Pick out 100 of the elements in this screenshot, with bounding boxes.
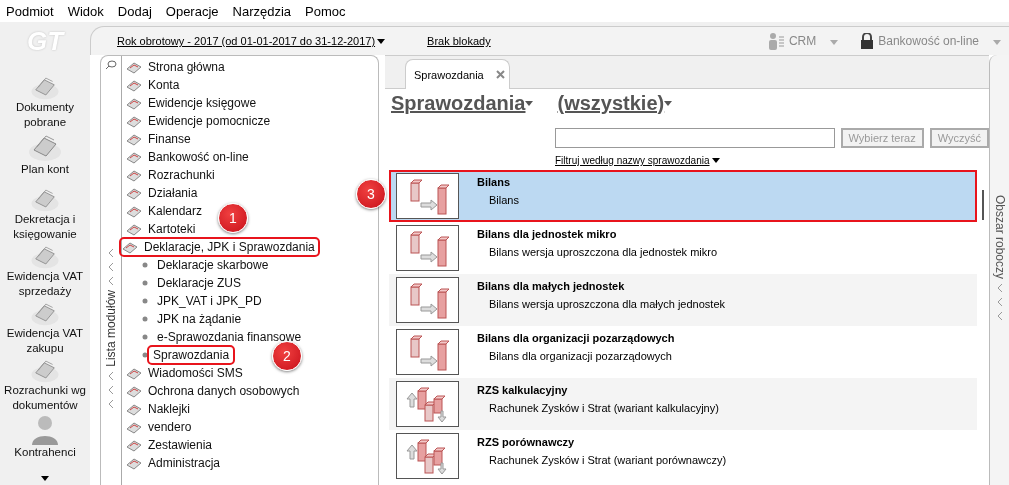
submodule-item[interactable]: Deklaracje ZUS [153, 275, 246, 291]
report-description: Bilans [488, 194, 519, 206]
caret-icon [830, 40, 839, 45]
chevron-left-icon[interactable] [996, 297, 1003, 308]
module-icon [126, 114, 142, 128]
module-item[interactable]: vendero [125, 419, 195, 435]
submodule-item[interactable]: Deklaracje skarbowe [153, 257, 273, 273]
toolbar-label[interactable]: Rozrachunki wg dokumentów [1, 382, 89, 413]
chevron-left-icon[interactable] [108, 398, 114, 409]
menu-item[interactable]: Narzędzia [232, 3, 292, 19]
module-icon [126, 438, 142, 452]
report-description: Bilans wersja uproszczona dla małych jednostek [488, 298, 725, 310]
submodule-item[interactable]: JPK na żądanie [153, 311, 246, 327]
report-description: Rachunek Zysków i Strat (wariant porównawczy) [488, 454, 727, 466]
module-icon [126, 366, 142, 380]
module-icon [126, 402, 142, 416]
chevron-left-icon[interactable] [108, 384, 114, 395]
tab[interactable]: Sprawozdania [405, 59, 510, 89]
toolbar-label[interactable]: Ewidencja VAT zakupu [1, 325, 89, 356]
toolbar-label[interactable]: Dokumenty pobrane [1, 100, 89, 130]
menu-item[interactable]: Dodaj [117, 3, 152, 19]
menu-item[interactable]: Widok [67, 3, 104, 19]
filter-dropdown[interactable]: (wszystkie) [557, 92, 673, 115]
module-item[interactable]: Bankowość on-line [125, 149, 252, 165]
module-item[interactable]: Strona główna [125, 59, 228, 75]
caret-icon [525, 101, 534, 106]
module-icon [126, 204, 142, 218]
module-item[interactable]: Naklejki [125, 401, 193, 417]
report-title: Bilans dla organizacji pozarządowych [477, 332, 675, 344]
module-item[interactable]: Kalendarz [125, 203, 206, 219]
module-icon [126, 96, 142, 110]
panel-title: Obszar roboczy [992, 195, 1007, 280]
menu-item[interactable]: Operacje [165, 3, 219, 19]
lock-link[interactable]: Brak blokady [427, 35, 491, 47]
callout-badge: 2 [272, 341, 302, 371]
module-item[interactable]: Administracja [125, 455, 224, 471]
module-item[interactable]: Finanse [125, 131, 194, 147]
report-title: RZS kalkulacyjny [477, 384, 569, 396]
fiscal-year-link[interactable]: Rok obrotowy - 2017 (od 01-01-2017 do 31-12-2017) [117, 35, 386, 47]
caret-down-icon [41, 476, 49, 481]
toolbar-label[interactable]: Kontrahenci [1, 444, 89, 460]
scrollbar-thumb[interactable] [982, 190, 984, 220]
module-item[interactable]: Ewidencje księgowe [125, 95, 260, 111]
module-item[interactable]: Działania [125, 185, 201, 201]
report-description: Bilans wersja uproszczona dla jednostek mikro [488, 246, 718, 258]
module-icon [126, 150, 142, 164]
caret-icon [993, 40, 1001, 45]
bullet-icon [142, 280, 148, 286]
module-icon [126, 168, 142, 182]
module-item[interactable]: Ochrona danych osobowych [125, 383, 303, 399]
module-icon [126, 456, 142, 470]
filter-link[interactable]: Filtruj według nazwy sprawozdania [555, 155, 720, 166]
report-row[interactable]: RZS kalkulacyjny Rachunek Zysków i Strat (wariant kalkulacyjny) [389, 378, 977, 430]
bullet-icon [142, 334, 148, 340]
report-row[interactable]: Bilans dla małych jednostek Bilans wersja uproszczona dla małych jednostek [389, 274, 977, 326]
report-title: RZS porównawczy [477, 436, 576, 448]
report-description: Rachunek Zysków i Strat (wariant kalkulacyjny) [488, 402, 719, 414]
search-field[interactable] [555, 128, 835, 148]
module-item[interactable]: Ewidencje pomocnicze [125, 113, 274, 129]
module-item[interactable]: Konta [125, 77, 183, 93]
caret-icon [711, 158, 720, 163]
module-icon [122, 240, 138, 254]
module-icon [126, 222, 142, 236]
person-list-icon [766, 32, 785, 50]
padlock-icon [860, 33, 875, 49]
chevron-left-icon[interactable] [996, 311, 1003, 322]
module-icon [126, 186, 142, 200]
submodule-item[interactable]: Sprawozdania [149, 347, 234, 363]
chevron-left-icon[interactable] [108, 370, 114, 381]
report-description: Bilans dla organizacji pozarządowych [488, 350, 673, 362]
caret-icon [377, 38, 386, 44]
module-item[interactable]: Rozrachunki [125, 167, 218, 183]
panel-title: Lista modułów [104, 290, 118, 367]
report-title: Bilans dla małych jednostek [477, 280, 626, 292]
menu-item[interactable]: Pomoc [305, 3, 346, 19]
module-icon [126, 384, 142, 398]
submodule-item[interactable]: JPK_VAT i JPK_PD [153, 293, 266, 309]
report-title: Bilans dla jednostek mikro [477, 228, 618, 240]
caret-icon [664, 101, 673, 106]
bullet-icon [142, 316, 148, 322]
category-dropdown[interactable]: Sprawozdania [391, 92, 534, 115]
module-icon [126, 132, 142, 146]
report-title: Bilans [477, 176, 511, 188]
bullet-icon [142, 298, 148, 304]
toolbar-label[interactable]: Plan kont [1, 162, 89, 177]
bullet-icon [142, 262, 148, 268]
toolbar-label[interactable]: Ewidencja VAT sprzedaży [1, 268, 89, 299]
close-icon[interactable] [496, 70, 505, 79]
toolbar-label[interactable]: Dekretacja i księgowanie [1, 211, 89, 242]
module-item[interactable]: Wiadomości SMS [125, 365, 246, 381]
module-icon [126, 420, 142, 434]
module-icon [126, 60, 142, 74]
menu-item[interactable]: Podmiot [6, 3, 54, 19]
bullet-icon [142, 352, 148, 358]
module-item[interactable]: Kartoteki [125, 221, 199, 237]
module-item[interactable]: Zestawienia [125, 437, 216, 453]
module-item[interactable]: Deklaracje, JPK i Sprawozdania [121, 239, 318, 255]
chevron-left-icon[interactable] [996, 283, 1003, 294]
module-icon [126, 78, 142, 92]
callout-badge: 1 [218, 203, 248, 233]
